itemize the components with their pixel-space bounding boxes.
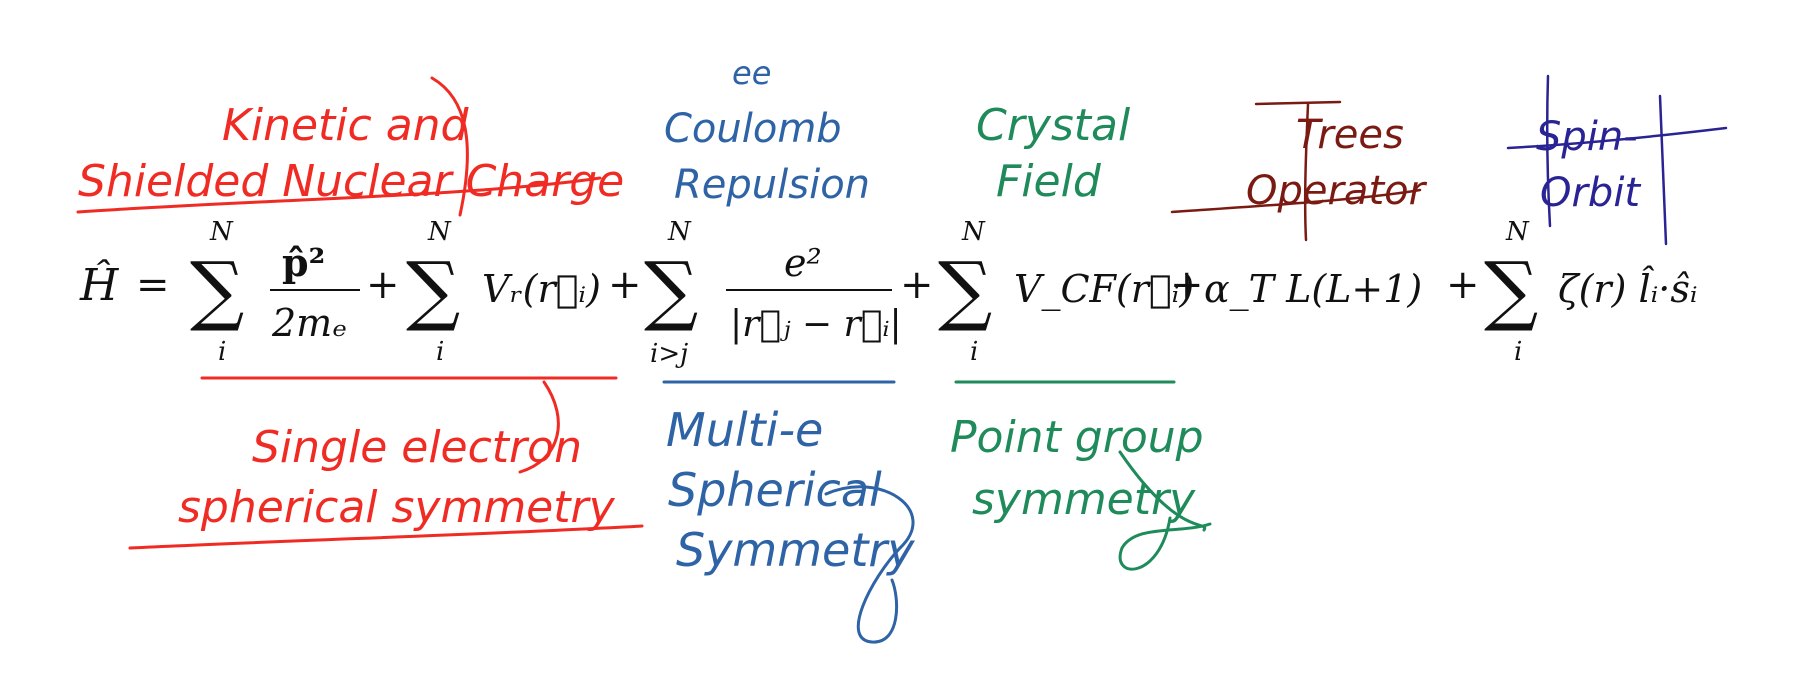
plus-1: + [366,262,400,308]
sum5-sigma: ∑ [1484,245,1538,334]
plus-5: + [1446,262,1480,308]
multi-label-line3: Symmetry [676,523,915,577]
trees-label-line2: Operator [1246,168,1428,214]
point-label-line2: symmetry [972,474,1196,525]
multi-label-line2: Spherical [668,463,882,517]
annotation-point-group: Point group symmetry [950,412,1212,571]
sum1-lower-limit: i [218,337,226,367]
kinetic-label-line2: Shielded Nuclear Charge [78,156,624,207]
kinetic-label-line1: Kinetic and [222,100,470,151]
sum2-lower-limit: i [436,337,444,367]
annotation-trees: Trees Operator [1170,100,1428,242]
equals-sign: = [136,262,170,308]
plus-4: + [1170,262,1204,308]
point-label-line1: Point group [950,412,1204,463]
coulomb-label-line2: Repulsion [674,162,870,208]
spin-orbit-term: ζ(r) l̂ᵢ·ŝᵢ [1558,266,1698,311]
plus-3: + [900,262,934,308]
crystal-label-line1: Crystal [976,100,1131,151]
vcf-term: V_CF(r⃗ᵢ) [1014,267,1194,312]
spin-label-line2: Orbit [1540,170,1641,216]
sum3-upper-limit: N [667,217,692,247]
sum4-upper-limit: N [961,217,986,247]
annotation-coulomb: ee Coulomb Repulsion [664,54,870,208]
sum2-sigma: ∑ [406,245,460,334]
spin-stem2-stroke [1658,94,1668,246]
crystal-label-line2: Field [996,156,1102,207]
coulomb-denominator: |r⃗ⱼ − r⃗ᵢ| [730,304,902,345]
sum3-lower-limit: i>j [650,339,688,369]
annotation-kinetic: Kinetic and Shielded Nuclear Charge [76,76,624,217]
hamiltonian-equation: Ĥ = N ∑ i p̂² 2mₑ + N ∑ i Vᵣ(r⃗ᵢ) + N ∑ … [79,217,1698,369]
multi-label-line1: Multi-e [666,403,823,457]
coulomb-label-line0: ee [732,54,771,92]
trees-bar-stroke [1254,100,1342,106]
hamiltonian-diagram: Ĥ = N ∑ i p̂² 2mₑ + N ∑ i Vᵣ(r⃗ᵢ) + N ∑ … [76,54,1728,644]
kinetic-numerator: p̂² [282,240,325,285]
annotation-single-electron: Single electron spherical symmetry [128,380,644,550]
sum1-sigma: ∑ [190,245,244,334]
sum4-lower-limit: i [970,337,978,367]
sum5-upper-limit: N [1505,217,1530,247]
hamiltonian-symbol: Ĥ [79,258,120,311]
single-label-line2: spherical symmetry [178,482,616,533]
plus-2: + [608,262,642,308]
spin-label-line1: Spin- [1536,114,1638,160]
kinetic-denominator: 2mₑ [271,301,347,345]
sum5-lower-limit: i [1514,337,1522,367]
trees-label-line1: Trees [1296,112,1404,158]
trees-term: α_T L(L+1) [1204,267,1422,312]
sum4-sigma: ∑ [938,245,992,334]
vr-term: Vᵣ(r⃗ᵢ) [482,267,601,311]
sum2-upper-limit: N [427,217,452,247]
annotation-crystal-field: Crystal Field [976,100,1131,207]
sum1-upper-limit: N [209,217,234,247]
sum3-sigma: ∑ [644,245,698,334]
coulomb-numerator: e² [784,241,822,285]
coulomb-label-line1: Coulomb [664,106,842,152]
annotation-multi-electron: Multi-e Spherical Symmetry [666,403,915,644]
annotation-spin-orbit: Spin- Orbit [1506,74,1728,246]
single-label-line1: Single electron [252,422,582,473]
